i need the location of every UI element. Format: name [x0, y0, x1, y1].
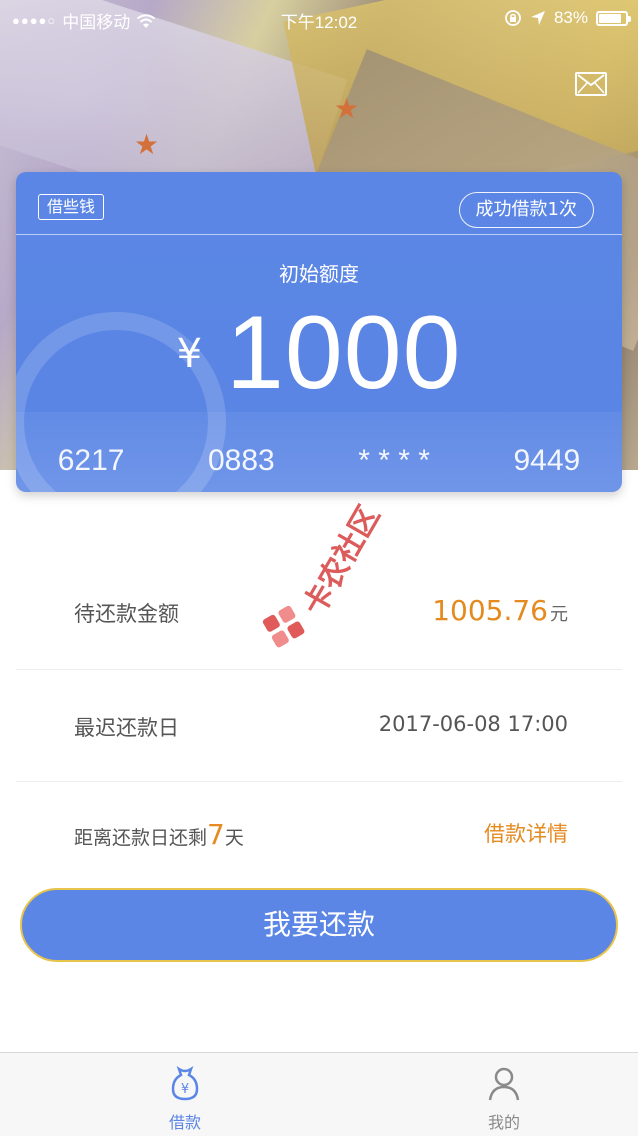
status-bar: ●●●●○ 中国移动 下午12:02 83%: [0, 0, 638, 36]
remaining-days-count: 7: [207, 818, 225, 851]
pending-amount-value: 1005.76 元: [432, 594, 568, 627]
remaining-prefix: 距离还款日还剩: [74, 827, 208, 849]
repay-button[interactable]: 我要还款: [20, 888, 618, 962]
location-icon: [530, 11, 545, 25]
tab-bar: ¥ 借款 我的: [0, 1052, 638, 1136]
deadline-row: 最迟还款日 2017-06-08 17:00: [16, 672, 622, 782]
watermark-logo-icon: [262, 605, 305, 648]
pending-amount-number: 1005.76: [432, 594, 548, 627]
card-number-group: 0883: [208, 444, 275, 477]
card-number-group: 6217: [57, 444, 125, 477]
rotation-lock-icon: [505, 10, 521, 26]
card-number-group: 9449: [513, 444, 581, 477]
deadline-value: 2017-06-08 17:00: [378, 712, 568, 736]
user-icon: [488, 1067, 520, 1101]
money-bag-icon: ¥: [171, 1065, 199, 1101]
battery-fill: [599, 13, 621, 23]
pending-amount-label: 待还款金额: [74, 602, 179, 626]
credit-limit-label: 初始额度: [279, 262, 359, 286]
svg-text:¥: ¥: [181, 1082, 189, 1097]
remaining-days-row: 距离还款日还剩7天 借款详情: [16, 788, 622, 898]
tab-mine-label: 我的: [487, 1113, 520, 1132]
product-tag: 借些钱: [38, 194, 105, 220]
currency-symbol: ¥: [176, 330, 203, 377]
tab-loan-label: 借款: [168, 1113, 201, 1132]
tab-loan[interactable]: ¥ 借款: [125, 1063, 245, 1133]
star-decoration: ★: [134, 128, 160, 161]
mail-icon[interactable]: [575, 72, 607, 96]
battery-percent: 83%: [553, 8, 588, 27]
remaining-days-text: 距离还款日还剩7天: [74, 818, 244, 851]
credit-amount: 1000: [226, 295, 462, 411]
deadline-label: 最迟还款日: [74, 716, 179, 740]
card-number: 6217 0883 * * * * 9449: [16, 444, 622, 478]
tab-mine[interactable]: 我的: [444, 1063, 564, 1133]
credit-amount-row: ¥1000: [16, 294, 622, 413]
star-decoration: ★: [334, 92, 360, 125]
card-divider: [16, 234, 622, 235]
card-number-group: * * * *: [358, 444, 430, 477]
battery-icon: [596, 10, 631, 26]
pending-amount-unit: 元: [550, 604, 568, 625]
remaining-suffix: 天: [224, 827, 244, 849]
credit-card: 借些钱 成功借款1次 初始额度 ¥1000 6217 0883 * * * * …: [16, 172, 622, 492]
success-count-badge[interactable]: 成功借款1次: [458, 192, 594, 228]
loan-details-link[interactable]: 借款详情: [484, 818, 568, 848]
